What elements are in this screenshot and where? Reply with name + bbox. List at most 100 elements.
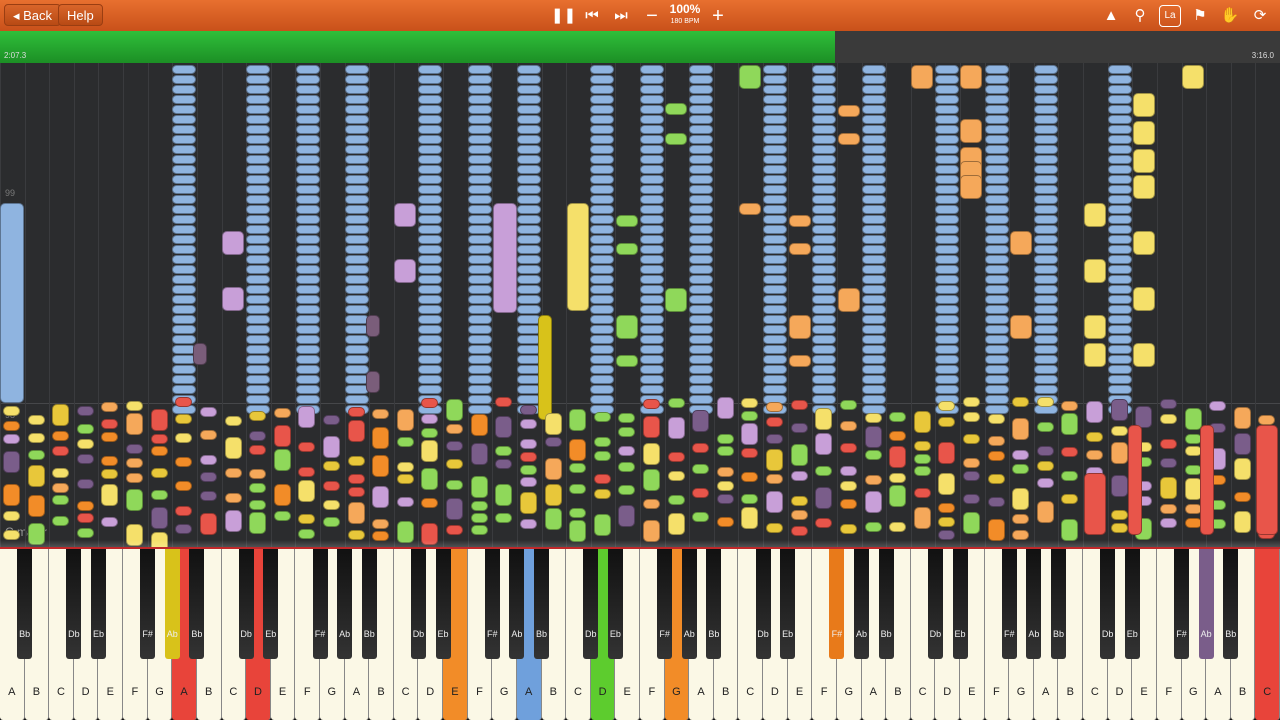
falling-note bbox=[963, 471, 980, 481]
black-key[interactable]: Db bbox=[1100, 549, 1116, 659]
falling-note bbox=[1108, 65, 1132, 74]
falling-note bbox=[865, 413, 882, 423]
falling-note bbox=[1037, 501, 1054, 523]
falling-note bbox=[296, 215, 320, 224]
black-key[interactable]: Db bbox=[927, 549, 943, 659]
falling-note bbox=[590, 255, 614, 264]
falling-note bbox=[296, 185, 320, 194]
black-key[interactable]: F# bbox=[829, 549, 845, 659]
falling-note bbox=[421, 440, 438, 462]
black-key[interactable]: Ab bbox=[509, 549, 525, 659]
black-key[interactable]: Bb bbox=[189, 549, 205, 659]
falling-note bbox=[296, 135, 320, 144]
white-key[interactable]: C bbox=[1255, 549, 1280, 720]
magnifier-icon[interactable]: ⚲ bbox=[1129, 5, 1151, 27]
falling-note bbox=[77, 424, 94, 434]
black-key[interactable]: Eb bbox=[952, 549, 968, 659]
falling-note bbox=[763, 65, 787, 74]
skip-back-icon[interactable]: ⏮ bbox=[581, 5, 603, 27]
falling-note bbox=[468, 275, 492, 284]
key-label: F bbox=[131, 686, 139, 698]
falling-note bbox=[938, 417, 955, 427]
metronome-icon[interactable]: ▲ bbox=[1100, 5, 1122, 27]
black-key[interactable]: Db bbox=[238, 549, 254, 659]
falling-note bbox=[1012, 488, 1029, 510]
black-key[interactable]: Db bbox=[410, 549, 426, 659]
falling-note bbox=[348, 474, 365, 484]
black-key[interactable]: F# bbox=[312, 549, 328, 659]
falling-note bbox=[1108, 365, 1132, 374]
key-label: Eb bbox=[954, 629, 966, 639]
black-key[interactable]: Eb bbox=[607, 549, 623, 659]
black-key[interactable]: Bb bbox=[534, 549, 550, 659]
falling-note bbox=[418, 305, 442, 314]
black-key[interactable]: Ab bbox=[1026, 549, 1042, 659]
location-pin-icon[interactable]: ⚑ bbox=[1189, 5, 1211, 27]
black-key[interactable]: F# bbox=[1001, 549, 1017, 659]
falling-note bbox=[985, 225, 1009, 234]
black-key[interactable]: Bb bbox=[706, 549, 722, 659]
black-key[interactable]: Eb bbox=[435, 549, 451, 659]
falling-note bbox=[225, 510, 242, 532]
falling-note bbox=[812, 365, 836, 374]
falling-note bbox=[545, 508, 562, 530]
black-key[interactable]: Eb bbox=[263, 549, 279, 659]
label-icon[interactable]: La bbox=[1159, 5, 1181, 27]
falling-note bbox=[862, 285, 886, 294]
falling-note bbox=[766, 491, 783, 513]
falling-note bbox=[935, 245, 959, 254]
black-key[interactable]: F# bbox=[484, 549, 500, 659]
falling-note bbox=[914, 441, 931, 451]
falling-note bbox=[538, 315, 552, 420]
loop-icon[interactable]: ⟳ bbox=[1249, 5, 1271, 27]
falling-note bbox=[862, 385, 886, 394]
key-label: F# bbox=[1003, 629, 1015, 639]
black-key[interactable]: Eb bbox=[90, 549, 106, 659]
black-key[interactable]: Bb bbox=[1050, 549, 1066, 659]
black-key[interactable]: F# bbox=[1174, 549, 1190, 659]
black-key[interactable]: Eb bbox=[780, 549, 796, 659]
black-key[interactable]: Bb bbox=[878, 549, 894, 659]
black-key[interactable]: Ab bbox=[164, 549, 180, 659]
back-button[interactable]: ◂ Back bbox=[4, 4, 62, 26]
black-key[interactable]: Db bbox=[583, 549, 599, 659]
falling-note bbox=[1108, 105, 1132, 114]
lane-divider bbox=[1182, 63, 1183, 547]
falling-note bbox=[296, 315, 320, 324]
help-button[interactable]: Help bbox=[58, 4, 103, 26]
falling-note bbox=[517, 145, 541, 154]
falling-note bbox=[763, 115, 787, 124]
lane-divider bbox=[320, 63, 321, 547]
falling-note bbox=[569, 520, 586, 542]
pause-icon[interactable]: ❚❚ bbox=[551, 5, 576, 27]
minus-icon[interactable]: − bbox=[641, 5, 663, 27]
falling-note bbox=[1234, 458, 1251, 480]
falling-note bbox=[1034, 355, 1058, 364]
progress-fill bbox=[0, 31, 835, 63]
black-key[interactable]: F# bbox=[140, 549, 156, 659]
skip-forward-icon[interactable]: ⏭ bbox=[610, 5, 632, 27]
black-key[interactable]: Ab bbox=[1198, 549, 1214, 659]
black-key[interactable]: Bb bbox=[1223, 549, 1239, 659]
falling-note bbox=[345, 165, 369, 174]
falling-note bbox=[418, 175, 442, 184]
plus-icon[interactable]: + bbox=[707, 5, 729, 27]
falling-note bbox=[812, 235, 836, 244]
falling-note bbox=[643, 469, 660, 491]
black-key[interactable]: Bb bbox=[361, 549, 377, 659]
hand-icon[interactable]: ✋ bbox=[1219, 5, 1241, 27]
key-label: F# bbox=[659, 629, 670, 639]
black-key[interactable]: Bb bbox=[17, 549, 33, 659]
black-key[interactable]: Ab bbox=[337, 549, 353, 659]
black-key[interactable]: F# bbox=[657, 549, 673, 659]
falling-note bbox=[763, 155, 787, 164]
black-key[interactable]: Eb bbox=[1124, 549, 1140, 659]
falling-note bbox=[812, 395, 836, 404]
falling-note bbox=[296, 205, 320, 214]
song-progress-bar[interactable] bbox=[0, 31, 1280, 63]
black-key[interactable]: Ab bbox=[681, 549, 697, 659]
falling-note bbox=[914, 454, 931, 464]
black-key[interactable]: Db bbox=[66, 549, 82, 659]
black-key[interactable]: Db bbox=[755, 549, 771, 659]
black-key[interactable]: Ab bbox=[854, 549, 870, 659]
